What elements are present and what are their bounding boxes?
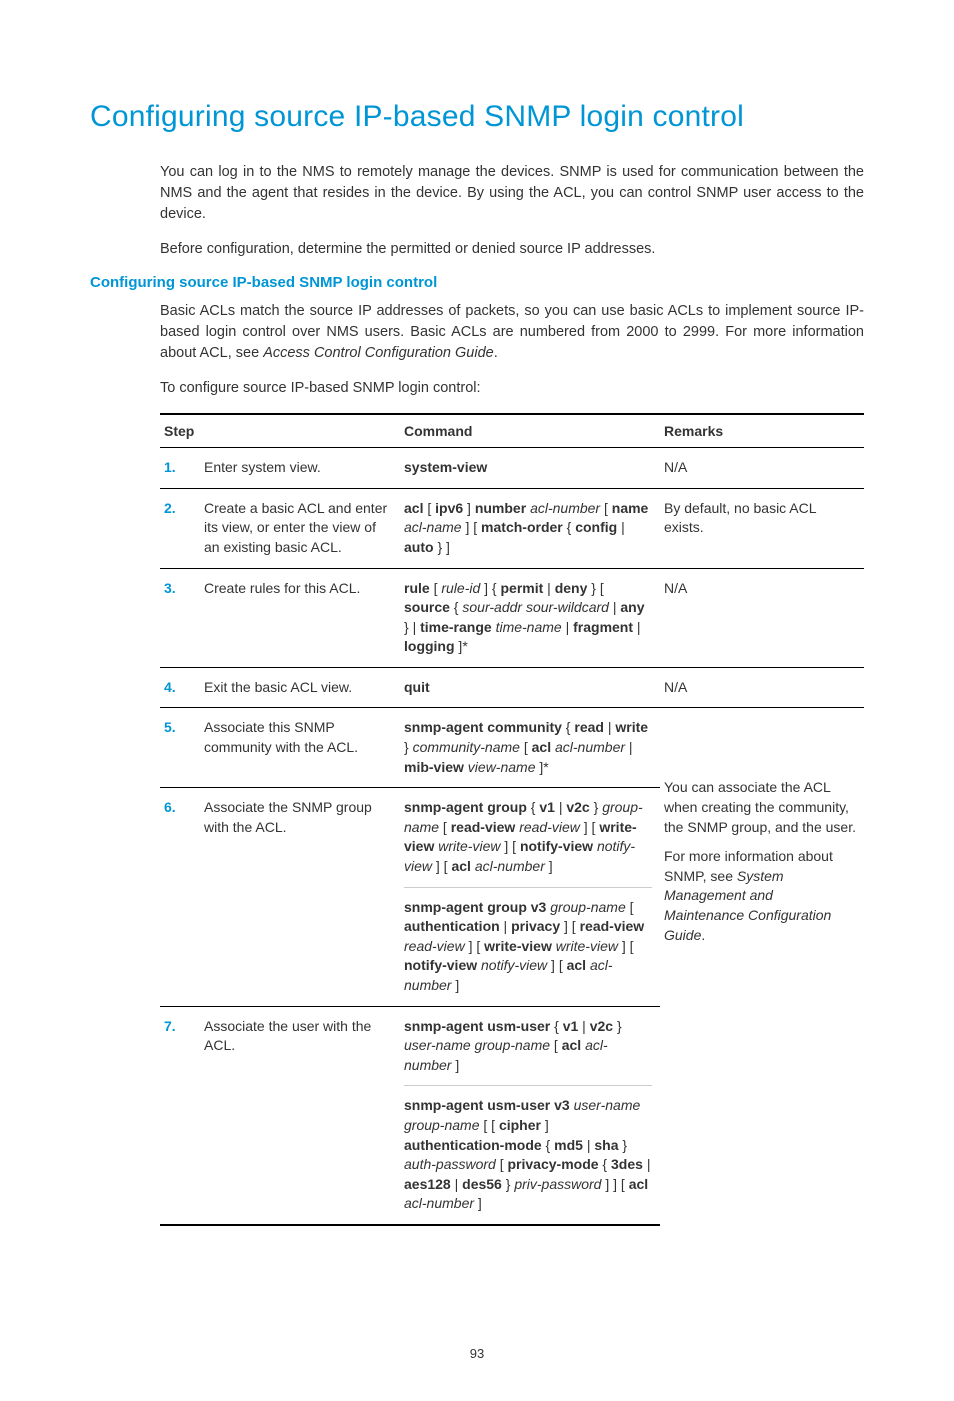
rem-post: . xyxy=(701,927,705,943)
step-remarks-merged: You can associate the ACL when creating … xyxy=(660,708,864,1225)
step-remarks: N/A xyxy=(660,568,864,667)
desc-post: . xyxy=(494,345,498,361)
step-command: snmp-agent community { read | write } co… xyxy=(400,708,660,788)
table-row: 2. Create a basic ACL and enter its view… xyxy=(160,488,864,568)
cmd-text: system-view xyxy=(404,459,487,475)
lead-sentence: To configure source IP-based SNMP login … xyxy=(160,378,864,399)
table-row: 5. Associate this SNMP community with th… xyxy=(160,708,864,788)
step-number: 5. xyxy=(160,708,200,788)
step-desc: Exit the basic ACL view. xyxy=(200,667,400,708)
step-desc: Create a basic ACL and enter its view, o… xyxy=(200,488,400,568)
table-row: 4. Exit the basic ACL view. quit N/A xyxy=(160,667,864,708)
th-step: Step xyxy=(160,414,400,448)
table-row: 3. Create rules for this ACL. rule [ rul… xyxy=(160,568,864,667)
remarks-p1: You can associate the ACL when creating … xyxy=(664,778,856,837)
step-desc: Create rules for this ACL. xyxy=(200,568,400,667)
step-number: 6. xyxy=(160,788,200,1006)
step-command: system-view xyxy=(400,448,660,489)
step-desc: Associate the user with the ACL. xyxy=(200,1006,400,1225)
table-row: 1. Enter system view. system-view N/A xyxy=(160,448,864,489)
section-body: Basic ACLs match the source IP addresses… xyxy=(160,301,864,1226)
remarks-p2: For more information about SNMP, see Sys… xyxy=(664,847,856,945)
intro-paragraph-2: Before configuration, determine the perm… xyxy=(160,239,864,260)
cmd-text: quit xyxy=(404,679,430,695)
cmd-variant-2: snmp-agent usm-user v3 user-name group-n… xyxy=(404,1085,652,1214)
step-command: snmp-agent group { v1 | v2c } group-name… xyxy=(400,788,660,1006)
page-number: 93 xyxy=(90,1346,864,1361)
step-number: 3. xyxy=(160,568,200,667)
step-command: snmp-agent usm-user { v1 | v2c } user-na… xyxy=(400,1006,660,1225)
cmd-variant-2: snmp-agent group v3 group-name [ authent… xyxy=(404,887,652,996)
desc-ref: Access Control Configuration Guide xyxy=(263,345,494,361)
body-content: You can log in to the NMS to remotely ma… xyxy=(160,162,864,260)
cmd-variant-1: snmp-agent usm-user { v1 | v2c } user-na… xyxy=(404,1017,652,1076)
section-heading: Configuring source IP-based SNMP login c… xyxy=(90,274,864,291)
document-page: Configuring source IP-based SNMP login c… xyxy=(0,0,954,1401)
page-title: Configuring source IP-based SNMP login c… xyxy=(90,100,864,134)
section-description: Basic ACLs match the source IP addresses… xyxy=(160,301,864,364)
steps-table: Step Command Remarks 1. Enter system vie… xyxy=(160,413,864,1226)
intro-paragraph-1: You can log in to the NMS to remotely ma… xyxy=(160,162,864,225)
th-remarks: Remarks xyxy=(660,414,864,448)
th-command: Command xyxy=(400,414,660,448)
cmd-variant-1: snmp-agent group { v1 | v2c } group-name… xyxy=(404,798,652,876)
step-number: 2. xyxy=(160,488,200,568)
step-command: rule [ rule-id ] { permit | deny } [ sou… xyxy=(400,568,660,667)
step-number: 7. xyxy=(160,1006,200,1225)
step-command: quit xyxy=(400,667,660,708)
step-number: 1. xyxy=(160,448,200,489)
step-desc: Associate this SNMP community with the A… xyxy=(200,708,400,788)
table-header-row: Step Command Remarks xyxy=(160,414,864,448)
step-desc: Associate the SNMP group with the ACL. xyxy=(200,788,400,1006)
step-remarks: N/A xyxy=(660,667,864,708)
step-desc: Enter system view. xyxy=(200,448,400,489)
step-number: 4. xyxy=(160,667,200,708)
step-command: acl [ ipv6 ] number acl-number [ name ac… xyxy=(400,488,660,568)
step-remarks: By default, no basic ACL exists. xyxy=(660,488,864,568)
step-remarks: N/A xyxy=(660,448,864,489)
